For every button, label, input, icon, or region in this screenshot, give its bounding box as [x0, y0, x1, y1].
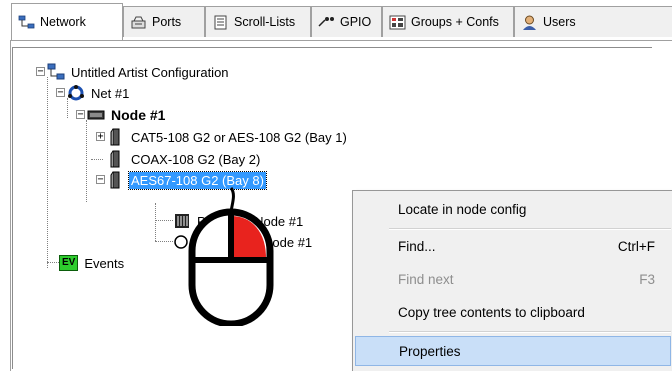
- groups-icon: [389, 15, 406, 29]
- menu-item-copy-tree[interactable]: Copy tree contents to clipboard: [355, 298, 671, 326]
- menu-item-shortcut: F3: [639, 271, 655, 287]
- tab-groups-confs[interactable]: Groups + Confs: [382, 6, 514, 37]
- collapse-toggle-root[interactable]: −: [36, 67, 45, 77]
- collapse-toggle-net[interactable]: −: [56, 88, 65, 98]
- menu-item-label: Properties: [399, 343, 461, 359]
- tree-connector: [47, 262, 59, 263]
- card-icon: [110, 171, 120, 189]
- menu-separator: [389, 228, 671, 230]
- menu-separator: [389, 331, 671, 333]
- tree-item-node[interactable]: Node #1: [87, 105, 167, 125]
- tab-scroll-lists[interactable]: Scroll-Lists: [205, 6, 311, 37]
- tab-users-label: Users: [543, 15, 576, 29]
- menu-item-label: Copy tree contents to clipboard: [398, 304, 585, 320]
- tree-connector: [155, 241, 173, 242]
- collapse-toggle-card3[interactable]: −: [96, 175, 105, 185]
- tab-network[interactable]: Network: [11, 3, 123, 40]
- menu-item-label: Locate in node config: [398, 201, 527, 217]
- tab-groups-confs-label: Groups + Confs: [411, 15, 499, 29]
- tree-item-card-bay1[interactable]: CAT5-108 G2 or AES-108 G2 (Bay 1): [107, 127, 349, 147]
- tree-item-events[interactable]: EV Events: [59, 253, 126, 273]
- tree-item-label: Node #1: [111, 107, 166, 123]
- tab-gpio[interactable]: GPIO: [311, 6, 382, 37]
- tab-ports-label: Ports: [152, 15, 182, 29]
- tree-connector: [91, 159, 103, 160]
- card-icon: [110, 128, 120, 146]
- events-icon: EV: [59, 255, 79, 271]
- network-icon: [47, 63, 65, 80]
- tree-item-net[interactable]: Net #1: [67, 83, 131, 103]
- tree-item-label: Untitled Artist Configuration: [71, 64, 229, 80]
- tree-item-card-bay2[interactable]: COAX-108 G2 (Bay 2): [107, 149, 262, 169]
- tree-item-label: Events: [84, 255, 125, 271]
- tab-ports[interactable]: Ports: [123, 6, 205, 37]
- menu-item-label: Find next: [398, 271, 454, 287]
- menu-item-label: Find...: [398, 238, 436, 254]
- tab-gpio-label: GPIO: [340, 15, 372, 29]
- card-icon: [110, 150, 120, 168]
- tree-connector: [155, 220, 173, 221]
- menu-item-shortcut: Ctrl+F: [617, 238, 655, 254]
- ports-icon: [131, 16, 146, 28]
- scroll-lists-icon: [214, 15, 227, 29]
- right-click-mouse-icon: [188, 187, 274, 326]
- tree-connector: [86, 120, 87, 202]
- tab-network-label: Network: [40, 15, 86, 29]
- tree-connector: [47, 77, 48, 268]
- menu-item-find[interactable]: Find... Ctrl+F: [355, 232, 671, 260]
- menu-item-locate[interactable]: Locate in node config: [355, 195, 671, 223]
- expand-toggle-card1[interactable]: +: [96, 132, 105, 142]
- frame-icon: [87, 110, 105, 120]
- menu-item-find-next[interactable]: Find next F3: [355, 265, 671, 293]
- context-menu: Locate in node config Find... Ctrl+F Fin…: [352, 190, 672, 371]
- gpio-icon: [318, 16, 334, 27]
- tree-item-label: COAX-108 G2 (Bay 2): [131, 151, 261, 167]
- tree-item-root[interactable]: Untitled Artist Configuration: [47, 62, 231, 82]
- users-icon: [523, 15, 536, 30]
- tab-scroll-lists-label: Scroll-Lists: [234, 15, 296, 29]
- tree-item-label: Net #1: [91, 85, 130, 101]
- network-icon: [18, 15, 35, 28]
- tab-users[interactable]: Users: [514, 6, 672, 37]
- collapse-toggle-node[interactable]: −: [76, 110, 85, 120]
- net-ring-icon: [68, 85, 84, 101]
- menu-item-properties[interactable]: Properties: [355, 336, 671, 366]
- tree-item-label: CAT5-108 G2 or AES-108 G2 (Bay 1): [131, 129, 347, 145]
- tree-connector: [155, 203, 156, 241]
- tab-strip: Network Ports Scroll-Lists GPIO Groups +…: [0, 0, 672, 44]
